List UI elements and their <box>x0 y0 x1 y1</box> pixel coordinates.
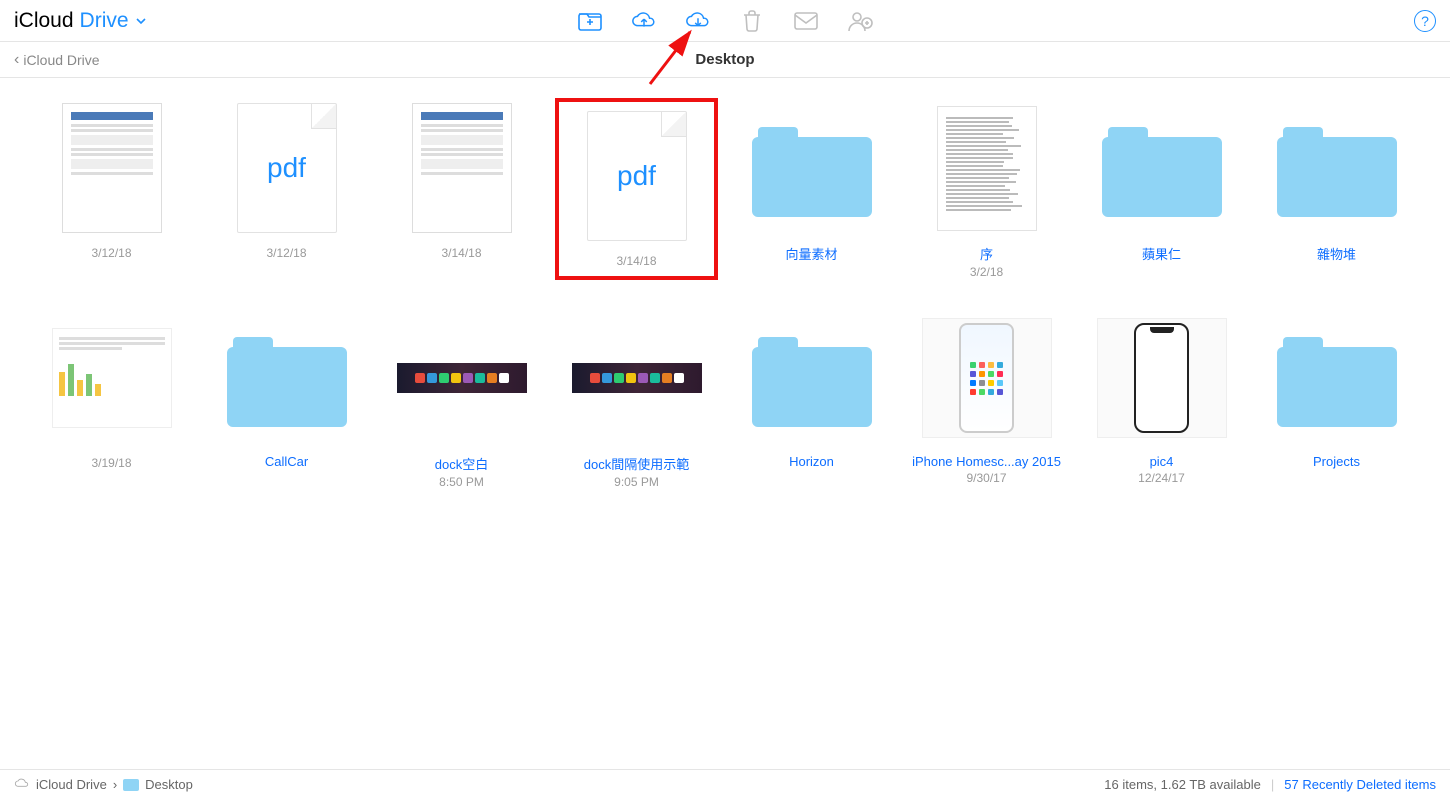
file-date: 3/2/18 <box>970 265 1003 279</box>
chevron-down-icon <box>135 9 147 33</box>
file-name: CallCar <box>265 454 308 469</box>
back-label: iCloud Drive <box>23 52 99 68</box>
file-date: 9:05 PM <box>614 475 659 489</box>
file-thumbnail <box>922 308 1052 448</box>
back-button[interactable]: ‹ iCloud Drive <box>14 51 100 69</box>
file-item[interactable]: 序 3/2/18 <box>905 98 1068 280</box>
file-item[interactable]: pic4 12/24/17 <box>1080 308 1243 489</box>
file-name: 序 <box>980 244 993 263</box>
file-thumbnail <box>1097 98 1227 238</box>
file-thumbnail <box>1097 308 1227 448</box>
file-thumbnail <box>47 308 177 448</box>
file-grid: 3/12/18pdf 3/12/18 3/14/18pdf 3/14/18向量素… <box>0 78 1450 509</box>
help-button[interactable]: ? <box>1414 10 1436 32</box>
file-thumbnail <box>1272 98 1402 238</box>
file-item[interactable]: 向量素材 <box>730 98 893 280</box>
file-date: 3/12/18 <box>266 246 306 260</box>
file-item[interactable]: 3/12/18 <box>30 98 193 280</box>
file-name: dock間隔使用示範 <box>584 454 689 473</box>
file-thumbnail <box>397 98 527 238</box>
chevron-left-icon: ‹ <box>14 51 19 69</box>
status-current[interactable]: Desktop <box>145 777 193 792</box>
file-thumbnail <box>1272 308 1402 448</box>
file-thumbnail <box>47 98 177 238</box>
status-summary: 16 items, 1.62 TB available <box>1104 777 1261 792</box>
delete-button[interactable] <box>739 8 765 34</box>
file-date: 3/14/18 <box>616 254 656 268</box>
brand-part2: Drive <box>80 9 129 33</box>
separator: | <box>1271 777 1274 792</box>
status-root[interactable]: iCloud Drive <box>36 777 107 792</box>
file-item[interactable]: 蘋果仁 <box>1080 98 1243 280</box>
status-path: iCloud Drive › Desktop <box>14 777 193 792</box>
file-item[interactable]: dock間隔使用示範 9:05 PM <box>555 308 718 489</box>
file-item[interactable]: Projects <box>1255 308 1418 489</box>
page-title: Desktop <box>695 51 754 68</box>
brand-part1: iCloud <box>14 9 74 33</box>
file-thumbnail <box>747 98 877 238</box>
file-item[interactable]: pdf 3/12/18 <box>205 98 368 280</box>
file-date: 8:50 PM <box>439 475 484 489</box>
recently-deleted-link[interactable]: 57 Recently Deleted items <box>1284 777 1436 792</box>
file-thumbnail <box>222 308 352 448</box>
file-date: 12/24/17 <box>1138 471 1185 485</box>
file-item[interactable]: 3/14/18 <box>380 98 543 280</box>
brand-title[interactable]: iCloud Drive <box>14 9 147 33</box>
file-name: 蘋果仁 <box>1142 244 1181 263</box>
file-date: 3/14/18 <box>441 246 481 260</box>
file-name: 向量素材 <box>785 244 837 263</box>
file-item[interactable]: dock空白 8:50 PM <box>380 308 543 489</box>
file-thumbnail: pdf <box>572 106 702 246</box>
file-item[interactable]: pdf 3/14/18 <box>555 98 718 280</box>
file-thumbnail: pdf <box>222 98 352 238</box>
help-label: ? <box>1421 13 1429 29</box>
file-thumbnail <box>572 308 702 448</box>
file-name: pic4 <box>1150 454 1174 469</box>
file-item[interactable]: Horizon <box>730 308 893 489</box>
file-name: Projects <box>1313 454 1360 469</box>
status-right: 16 items, 1.62 TB available | 57 Recentl… <box>1104 777 1436 792</box>
path-separator: › <box>113 777 117 792</box>
email-button[interactable] <box>793 8 819 34</box>
file-item[interactable]: iPhone Homesc...ay 2015 9/30/17 <box>905 308 1068 489</box>
add-person-button[interactable] <box>847 8 873 34</box>
file-item[interactable]: CallCar <box>205 308 368 489</box>
file-date: 9/30/17 <box>966 471 1006 485</box>
file-date: 3/12/18 <box>91 246 131 260</box>
breadcrumb-bar: ‹ iCloud Drive Desktop <box>0 42 1450 78</box>
folder-icon <box>123 779 139 791</box>
upload-button[interactable] <box>631 8 657 34</box>
file-date: 3/19/18 <box>91 456 131 470</box>
cloud-icon <box>14 777 30 792</box>
file-thumbnail <box>747 308 877 448</box>
new-folder-button[interactable] <box>577 8 603 34</box>
file-item[interactable]: 雜物堆 <box>1255 98 1418 280</box>
file-name: Horizon <box>789 454 834 469</box>
status-bar: iCloud Drive › Desktop 16 items, 1.62 TB… <box>0 769 1450 799</box>
file-item[interactable]: 3/19/18 <box>30 308 193 489</box>
file-name: 雜物堆 <box>1317 244 1356 263</box>
file-name: dock空白 <box>435 454 488 473</box>
top-toolbar: iCloud Drive ? <box>0 0 1450 42</box>
download-button[interactable] <box>685 8 711 34</box>
toolbar-actions <box>577 8 873 34</box>
file-thumbnail <box>397 308 527 448</box>
file-name: iPhone Homesc...ay 2015 <box>912 454 1061 469</box>
file-thumbnail <box>922 98 1052 238</box>
